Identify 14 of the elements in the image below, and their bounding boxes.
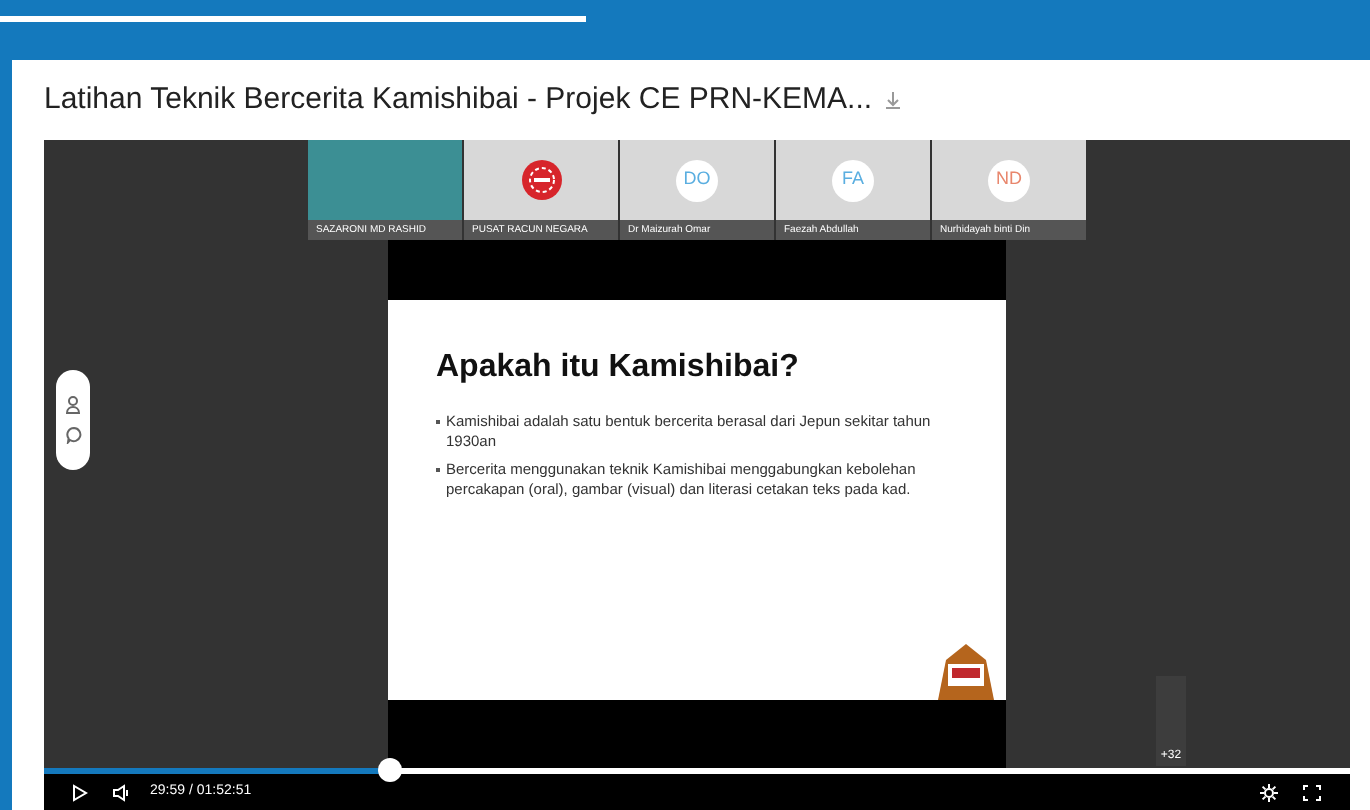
initials-avatar: DO [676,159,718,201]
initials-avatar: FA [832,159,874,201]
progress-handle[interactable] [378,758,403,782]
fullscreen-icon[interactable] [1302,783,1322,801]
settings-icon[interactable] [1260,783,1278,801]
download-icon[interactable] [884,90,903,110]
people-icon[interactable] [65,396,81,414]
initials-avatar: ND [988,159,1030,201]
logo-icon [521,160,561,200]
play-icon[interactable] [72,783,88,801]
volume-icon[interactable] [112,783,130,801]
chat-icon[interactable] [65,426,81,444]
video-title: Latihan Teknik Bercerita Kamishibai - Projek CE PRN-KEMA... [44,79,873,120]
slide-heading: Apakah itu Kamishibai? [436,348,801,388]
